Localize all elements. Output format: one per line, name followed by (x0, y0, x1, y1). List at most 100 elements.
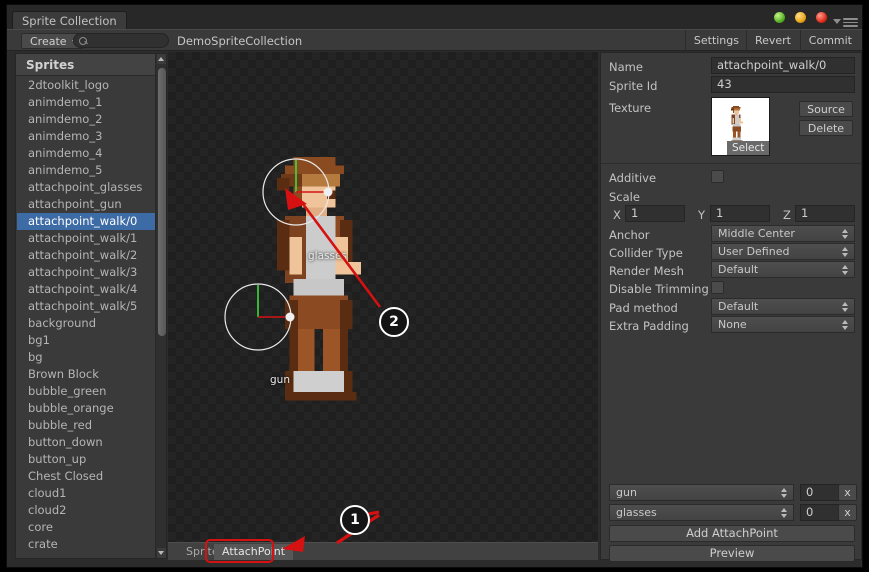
sprite-list-item[interactable]: crate (17, 536, 156, 553)
sprite-id-field[interactable]: 43 (711, 76, 855, 93)
window-tab-sprite-collection[interactable]: Sprite Collection (12, 11, 127, 29)
sprite-list-item[interactable]: animdemo_5 (17, 162, 156, 179)
sprite-list-item[interactable]: bubble_green (17, 383, 156, 400)
sprite-list-item[interactable]: cloud2 (17, 502, 156, 519)
sprite-list-item[interactable]: attachpoint_gun (17, 196, 156, 213)
sprite-list-item[interactable]: bubble_red (17, 417, 156, 434)
attachpoint-tab-highlight (205, 539, 274, 563)
sprite-list-item[interactable]: attachpoint_walk/5 (17, 298, 156, 315)
sprite-list-item[interactable]: Chest Closed (17, 468, 156, 485)
attachpoint-remove-button[interactable]: x (838, 504, 857, 521)
search-input[interactable] (73, 33, 169, 48)
sprite-list-item[interactable]: attachpoint_walk/0 (17, 213, 156, 230)
scale-y-field[interactable]: 1 (710, 205, 770, 222)
additive-checkbox[interactable] (711, 170, 724, 183)
sprite-list-item[interactable]: cloud1 (17, 485, 156, 502)
sprite-canvas[interactable]: glasses gun (168, 52, 598, 542)
collection-name: DemoSpriteCollection (177, 34, 303, 48)
sprites-list[interactable]: 2dtoolkit_logo animdemo_1 animdemo_2 animde… (17, 77, 156, 558)
editor-toolbar: Create DemoSpriteCollection Settings Rev… (7, 29, 862, 51)
pad-method-dropdown[interactable]: Default (711, 298, 855, 315)
sprite-list-item[interactable]: attachpoint_walk/4 (17, 281, 156, 298)
collider-label: Collider Type (609, 246, 683, 260)
chevron-down-icon[interactable] (833, 19, 841, 24)
extra-padding-row: Extra Padding None (601, 316, 861, 335)
render-mesh-row: Render Mesh Default (601, 261, 861, 280)
additive-label: Additive (609, 171, 657, 185)
disable-trimming-checkbox[interactable] (711, 281, 724, 294)
source-button[interactable]: Source (799, 101, 853, 117)
sprite-list-item[interactable]: background (17, 315, 156, 332)
callout-badge-1: 1 (340, 505, 370, 535)
window-titlebar: Sprite Collection (7, 5, 862, 29)
sprite-list-item[interactable]: Brown Block (17, 366, 156, 383)
add-attachpoint-button[interactable]: Add AttachPoint (609, 525, 855, 542)
sprite-list-item[interactable]: attachpoint_walk/2 (17, 247, 156, 264)
additive-row: Additive (601, 168, 861, 187)
scrollbar-thumb[interactable] (158, 68, 166, 336)
attachpoint-name-dropdown[interactable]: gun (609, 484, 794, 501)
chevron-updown-icon (842, 228, 849, 240)
sprite-list-item[interactable]: animdemo_1 (17, 94, 156, 111)
commit-button[interactable]: Commit (799, 30, 860, 51)
search-icon (79, 37, 87, 45)
attachpoint-name-dropdown[interactable]: glasses (609, 504, 794, 521)
sprites-header-label: Sprites (26, 58, 75, 72)
name-field[interactable]: attachpoint_walk/0 (711, 57, 855, 74)
scale-label: Scale (609, 190, 640, 204)
sprite-list-item[interactable]: 2dtoolkit_logo (17, 77, 156, 94)
scale-z-label: Z (783, 208, 791, 222)
attachpoint-remove-button[interactable]: x (838, 484, 857, 501)
collider-dropdown[interactable]: User Defined (711, 243, 855, 260)
scroll-up-arrow-icon[interactable] (157, 54, 166, 64)
select-badge[interactable]: Select (727, 141, 770, 155)
pad-method-label: Pad method (609, 301, 678, 315)
callout-badge-2: 2 (379, 307, 409, 337)
revert-button[interactable]: Revert (745, 30, 799, 51)
scroll-down-arrow-icon[interactable] (157, 548, 166, 558)
anchor-dropdown[interactable]: Middle Center (711, 225, 855, 242)
delete-button[interactable]: Delete (799, 120, 853, 136)
preview-button[interactable]: Preview (609, 545, 855, 562)
chevron-updown-icon (842, 301, 849, 313)
sprite-list-item[interactable]: attachpoint_walk/1 (17, 230, 156, 247)
settings-button[interactable]: Settings (684, 30, 747, 51)
extra-padding-dropdown[interactable]: None (711, 316, 855, 333)
sprites-panel: Sprites 2dtoolkit_logo animdemo_1 animdemo… (15, 53, 167, 559)
chevron-updown-icon (842, 319, 849, 331)
pad-method-value: Default (718, 300, 759, 313)
sprite-list-item[interactable]: attachpoint_glasses (17, 179, 156, 196)
screenshot-root: Sprite Collection Create DemoSpriteColle… (0, 0, 869, 572)
close-light-icon[interactable] (816, 12, 827, 23)
disable-trimming-row: Disable Trimming (601, 279, 861, 298)
divider (601, 163, 861, 164)
chevron-updown-icon (781, 487, 788, 499)
sprite-list-item[interactable]: bubble_orange (17, 400, 156, 417)
sprite-list-item[interactable]: animdemo_4 (17, 145, 156, 162)
pad-method-row: Pad method Default (601, 298, 861, 317)
render-mesh-dropdown[interactable]: Default (711, 261, 855, 278)
scale-y-label: Y (698, 208, 706, 222)
sprite-list-item[interactable]: attachpoint_walk/3 (17, 264, 156, 281)
scale-z-field[interactable]: 1 (795, 205, 855, 222)
gizmo-label-glasses: glasses (308, 250, 347, 262)
minimize-light-icon[interactable] (795, 12, 806, 23)
sprite-list-item[interactable]: button_down (17, 434, 156, 451)
sprite-list-item[interactable]: animdemo_2 (17, 111, 156, 128)
scale-x-field[interactable]: 1 (625, 205, 685, 222)
maximize-light-icon[interactable] (774, 12, 785, 23)
anchor-row: Anchor Middle Center (601, 225, 861, 244)
sprite-list-item[interactable]: bg (17, 349, 156, 366)
window-controls (774, 12, 836, 24)
sprites-scrollbar[interactable] (155, 54, 166, 558)
texture-label: Texture (609, 101, 652, 115)
attachpoint-row: gun 0 (601, 484, 861, 504)
collider-value: User Defined (718, 245, 790, 258)
sprite-list-item[interactable]: button_up (17, 451, 156, 468)
sprite-list-item[interactable]: animdemo_3 (17, 128, 156, 145)
sprite-list-item[interactable]: bg1 (17, 332, 156, 349)
menu-hamburger-icon[interactable] (843, 18, 858, 27)
sprite-list-item[interactable]: core (17, 519, 156, 536)
sprite-render (224, 157, 361, 401)
extra-padding-label: Extra Padding (609, 319, 689, 333)
